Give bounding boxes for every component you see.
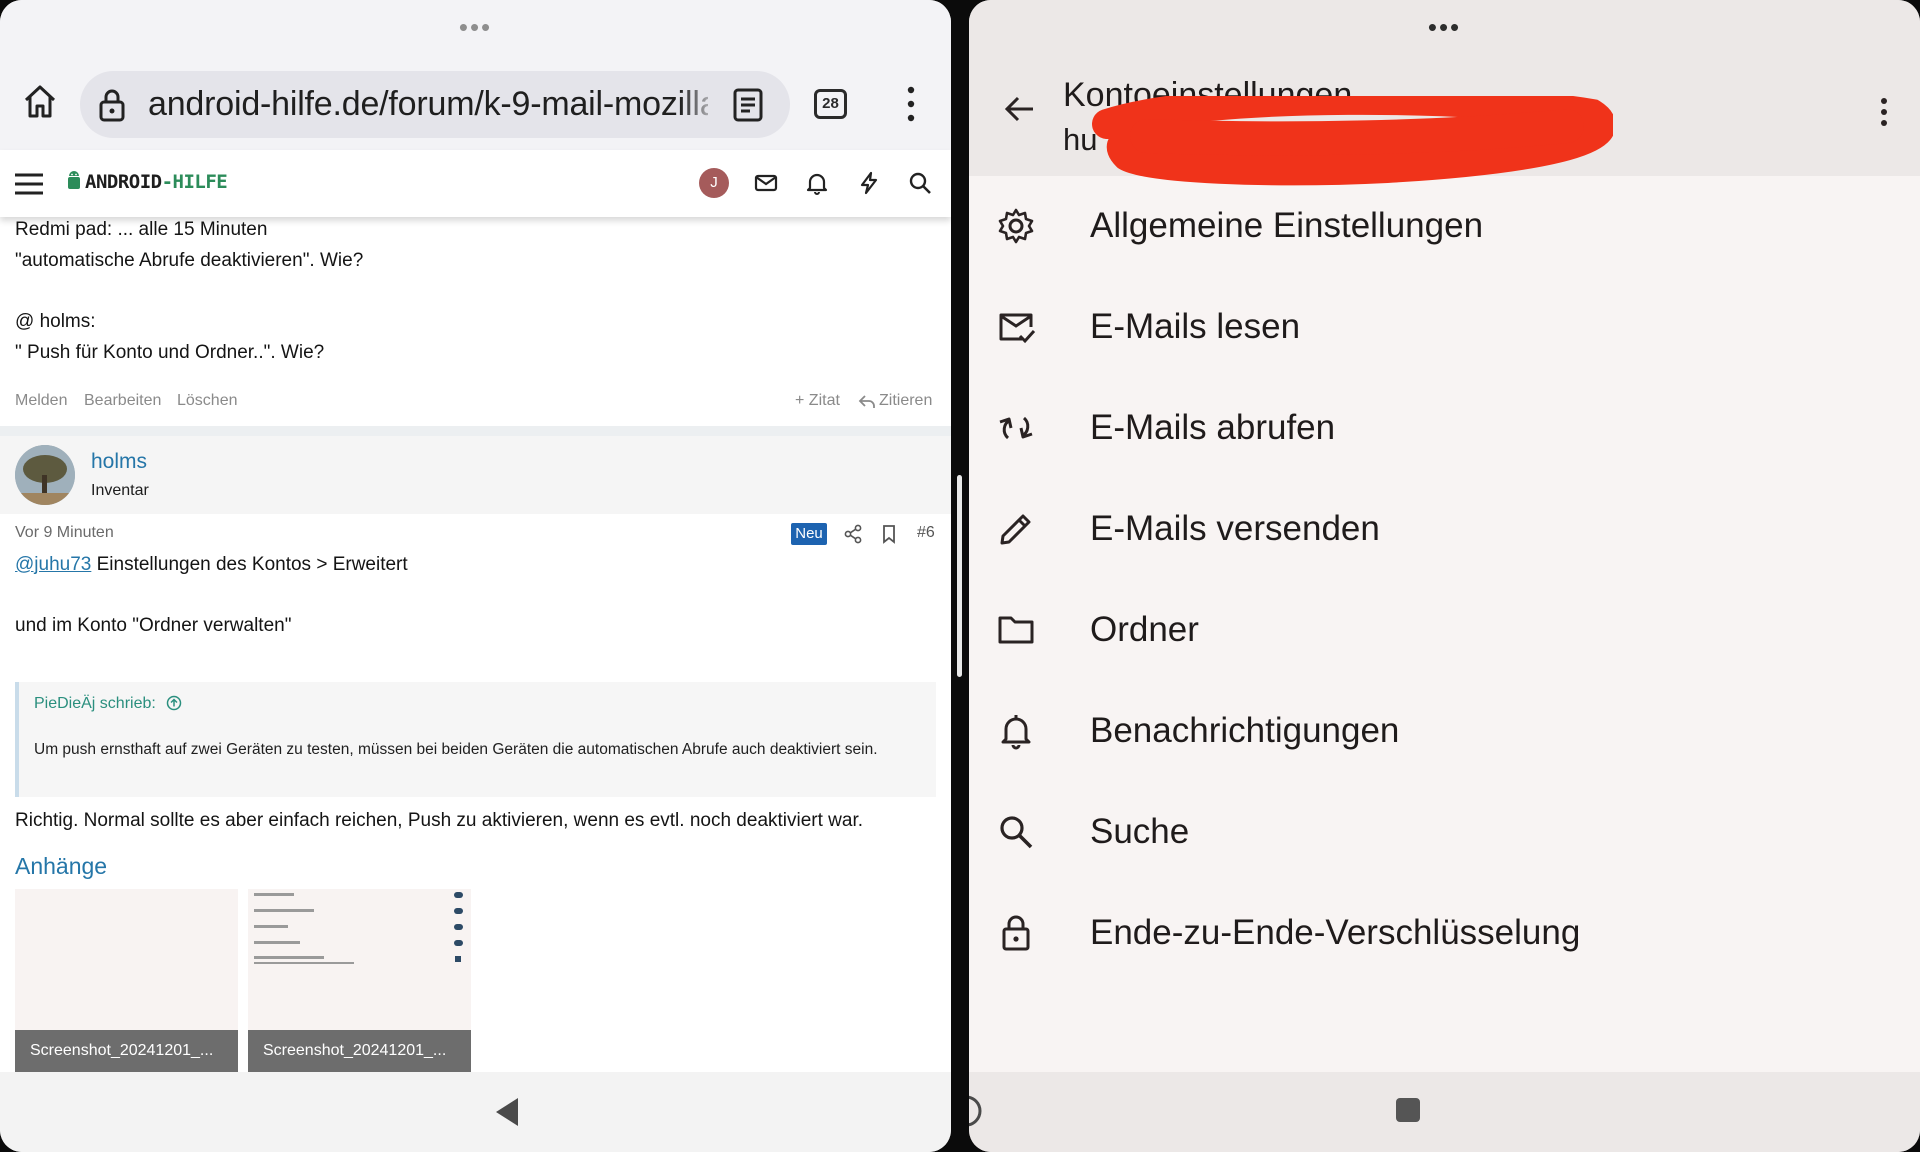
post-text-line: " Push für Konto und Ordner..". Wie?	[15, 342, 325, 363]
notifications-icon[interactable]	[804, 170, 830, 196]
settings-item-notifications[interactable]: Benachrichtigungen	[969, 681, 1920, 782]
post-number[interactable]: #6	[917, 524, 935, 542]
home-icon[interactable]	[20, 82, 60, 122]
post-text-line: @ holms:	[15, 311, 96, 332]
settings-item-label: E-Mails versenden	[1090, 509, 1380, 548]
window-handle-dots[interactable]: •••	[969, 14, 1920, 40]
pencil-icon	[1000, 514, 1031, 545]
post-body-line: @juhu73 Einstellungen des Kontos > Erwei…	[15, 554, 408, 576]
logo-text-android: ANDROID	[85, 171, 162, 193]
settings-item-label: E-Mails lesen	[1090, 307, 1301, 346]
url-text[interactable]: android-hilfe.de/forum/k-9-mail-mozilla	[148, 85, 708, 124]
lock-icon	[99, 89, 125, 122]
reply-quote-link[interactable]: Zitieren	[879, 392, 932, 410]
settings-item-label: Suche	[1090, 812, 1190, 851]
post-text-line: "automatische Abrufe deaktivieren". Wie?	[15, 250, 364, 271]
system-nav-bar	[0, 1072, 951, 1152]
system-nav-bar	[969, 1072, 1920, 1152]
user-mention-link[interactable]: @juhu73	[15, 554, 91, 575]
site-logo[interactable]: ANDROID -HILFE	[66, 164, 228, 200]
bookmark-icon[interactable]	[879, 523, 899, 545]
browser-menu-icon[interactable]	[904, 84, 918, 124]
author-avatar[interactable]	[15, 445, 75, 505]
settings-item-search[interactable]: Suche	[969, 782, 1920, 883]
settings-item-read-mail[interactable]: E-Mails lesen	[969, 277, 1920, 378]
settings-item-folders[interactable]: Ordner	[969, 580, 1920, 681]
multi-quote-link[interactable]: + Zitat	[795, 392, 840, 410]
bell-icon	[1001, 715, 1031, 750]
reply-icon	[858, 395, 875, 408]
delete-link[interactable]: Löschen	[177, 392, 238, 410]
quote-block: PieDieÄj schrieb: Um push ernsthaft auf …	[15, 682, 936, 797]
settings-item-label: Ordner	[1090, 610, 1199, 649]
whats-new-bolt-icon[interactable]	[856, 170, 882, 196]
post-timestamp[interactable]: Vor 9 Minuten	[15, 524, 114, 542]
report-link[interactable]: Melden	[15, 392, 67, 410]
logo-text-hilfe: -HILFE	[161, 171, 228, 193]
tree-photo-icon	[15, 445, 75, 505]
settings-item-fetch-mail[interactable]: E-Mails abrufen	[969, 378, 1920, 479]
sync-icon	[999, 416, 1033, 440]
address-bar[interactable]: android-hilfe.de/forum/k-9-mail-mozilla	[80, 71, 790, 138]
settings-item-general[interactable]: Allgemeine Einstellungen	[969, 176, 1920, 277]
jump-to-quote-icon[interactable]	[166, 695, 182, 711]
nav-recents-icon[interactable]	[1396, 1098, 1420, 1122]
split-screen-divider[interactable]	[957, 475, 962, 677]
quote-text: Um push ernsthaft auf zwei Geräten zu te…	[34, 741, 878, 758]
settings-screenshot-preview	[254, 892, 463, 964]
share-icon[interactable]	[843, 523, 863, 545]
k9-mail-window: ••• Kontoeinstellungen hu .uendel@freene…	[969, 0, 1920, 1152]
settings-item-e2e-encryption[interactable]: Ende-zu-Ende-Verschlüsselung	[969, 883, 1920, 984]
tab-switcher-button[interactable]: 28	[814, 89, 847, 119]
arrow-back-icon[interactable]	[1003, 92, 1037, 126]
user-avatar[interactable]: J	[699, 168, 729, 198]
url-fade	[680, 81, 720, 129]
search-icon	[1000, 816, 1033, 849]
settings-menu: Allgemeine Einstellungen E-Mails lesen E…	[969, 176, 1920, 984]
folder-icon	[998, 616, 1034, 644]
nav-back-icon[interactable]	[494, 1096, 520, 1128]
attachments-heading: Anhänge	[15, 853, 108, 879]
post-text-line: Redmi pad: ... alle 15 Minuten	[15, 219, 268, 240]
overflow-menu-icon[interactable]	[1879, 96, 1889, 128]
edit-link[interactable]: Bearbeiten	[84, 392, 161, 410]
settings-item-label: Benachrichtigungen	[1090, 711, 1400, 750]
nav-home-icon[interactable]	[969, 1094, 983, 1128]
android-logo-icon	[68, 171, 80, 189]
messages-icon[interactable]	[753, 170, 779, 196]
author-role: Inventar	[91, 482, 149, 499]
lock-icon	[1002, 915, 1030, 951]
attachment-filename: Screenshot_20241201_...	[15, 1030, 238, 1072]
settings-item-send-mail[interactable]: E-Mails versenden	[969, 479, 1920, 580]
quote-author-text: PieDieÄj schrieb:	[34, 695, 156, 712]
settings-item-label: Ende-zu-Ende-Verschlüsselung	[1090, 913, 1581, 952]
hamburger-menu-icon[interactable]	[15, 172, 43, 196]
site-header: ANDROID -HILFE J	[0, 150, 951, 217]
attachment-thumbnail[interactable]: Screenshot_20241201_...	[248, 889, 471, 1072]
mail-check-icon	[999, 313, 1036, 344]
browser-window: ••• android-hilfe.de/forum/k-9-mail-mozi…	[0, 0, 951, 1152]
window-handle-dots[interactable]: •••	[0, 14, 951, 40]
search-icon[interactable]	[907, 170, 933, 196]
post-body-line: und im Konto "Ordner verwalten"	[15, 615, 292, 636]
attachment-filename: Screenshot_20241201_...	[248, 1030, 471, 1072]
gear-icon	[998, 208, 1034, 244]
post-author-row: holms Inventar	[0, 436, 951, 514]
new-badge: Neu	[791, 523, 827, 545]
post-body-text: Einstellungen des Kontos > Erweitert	[91, 554, 408, 575]
post-reply-text: Richtig. Normal sollte es aber einfach r…	[15, 810, 864, 831]
settings-item-label: Allgemeine Einstellungen	[1090, 206, 1484, 245]
quote-author[interactable]: PieDieÄj schrieb:	[34, 695, 182, 713]
reader-mode-icon[interactable]	[731, 87, 765, 123]
app-bar: ••• Kontoeinstellungen hu .uendel@freene…	[969, 0, 1920, 186]
settings-item-label: E-Mails abrufen	[1090, 408, 1336, 447]
author-name[interactable]: holms	[91, 450, 147, 474]
attachment-thumbnail[interactable]: Screenshot_20241201_...	[15, 889, 238, 1072]
browser-toolbar: ••• android-hilfe.de/forum/k-9-mail-mozi…	[0, 0, 951, 150]
post-separator	[0, 426, 951, 436]
